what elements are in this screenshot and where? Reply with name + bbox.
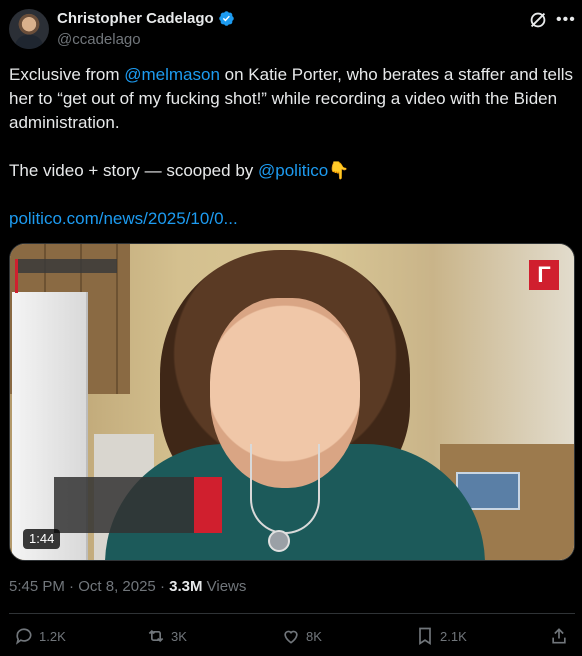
author-name-row[interactable]: Christopher Cadelago [57,10,235,27]
more-icon[interactable]: ••• [556,12,576,28]
meta-separator-2: · [155,578,170,595]
video-top-bar-accent [15,259,18,293]
bookmark-icon [419,627,431,646]
post-time[interactable]: 5:45 PM [9,578,65,595]
action-bar: 1.2K 3K 8K 2.1K [0,626,582,650]
video-lower-third-accent [194,477,222,533]
post-date[interactable]: Oct 8, 2025 [78,578,156,595]
author-name[interactable]: Christopher Cadelago [57,10,214,27]
share-icon [552,628,566,644]
video-player[interactable]: Γ 1:44 [9,243,575,561]
video-lower-third [54,477,194,533]
meta-separator: · [64,578,79,595]
repost-count: 3K [171,628,187,644]
tweet-header: Christopher Cadelago @ccadelago ••• [0,0,582,60]
divider [9,613,575,614]
tweet-meta: 5:45 PM · Oct 8, 2025 · 3.3M Views [9,578,246,595]
tweet-text: Exclusive from @melmason on Katie Porter… [9,63,575,231]
tweet-paragraph-3: politico.com/news/2025/10/0... [9,207,575,231]
repost-icon [148,629,164,643]
politico-logo: Γ [529,260,559,290]
reply-button[interactable]: 1.2K [14,626,66,646]
video-duration-badge: 1:44 [23,529,61,549]
like-button[interactable]: 8K [281,626,322,646]
avatar[interactable] [9,9,49,49]
video-top-bar [17,259,117,273]
share-button[interactable] [549,626,569,646]
views-label: Views [202,578,247,595]
video-necklace [250,444,320,534]
bookmark-button[interactable]: 2.1K [415,626,467,646]
like-count: 8K [306,628,322,644]
bookmark-count: 2.1K [440,628,467,644]
video-pendant [268,530,290,552]
avatar-shoulders [15,35,43,49]
tweet-text-prefix: Exclusive from [9,65,125,84]
views-count: 3.3M [169,578,203,595]
author-handle[interactable]: @ccadelago [57,31,141,48]
mention-politico[interactable]: @politico [258,161,328,180]
tweet-paragraph-1: Exclusive from @melmason on Katie Porter… [9,63,575,135]
verified-badge-icon [218,11,234,26]
like-icon [284,630,298,644]
pointing-down-emoji: 👇 [328,161,350,180]
repost-button[interactable]: 3K [146,626,187,646]
tweet-text-prefix-2: The video + story — scooped by [9,161,258,180]
reply-count: 1.2K [39,628,66,644]
mention-melmason[interactable]: @melmason [124,65,220,84]
article-link[interactable]: politico.com/news/2025/10/0... [9,209,238,228]
grok-icon[interactable] [527,9,549,31]
tweet-paragraph-2: The video + story — scooped by @politico… [9,159,575,183]
reply-icon [15,628,32,645]
